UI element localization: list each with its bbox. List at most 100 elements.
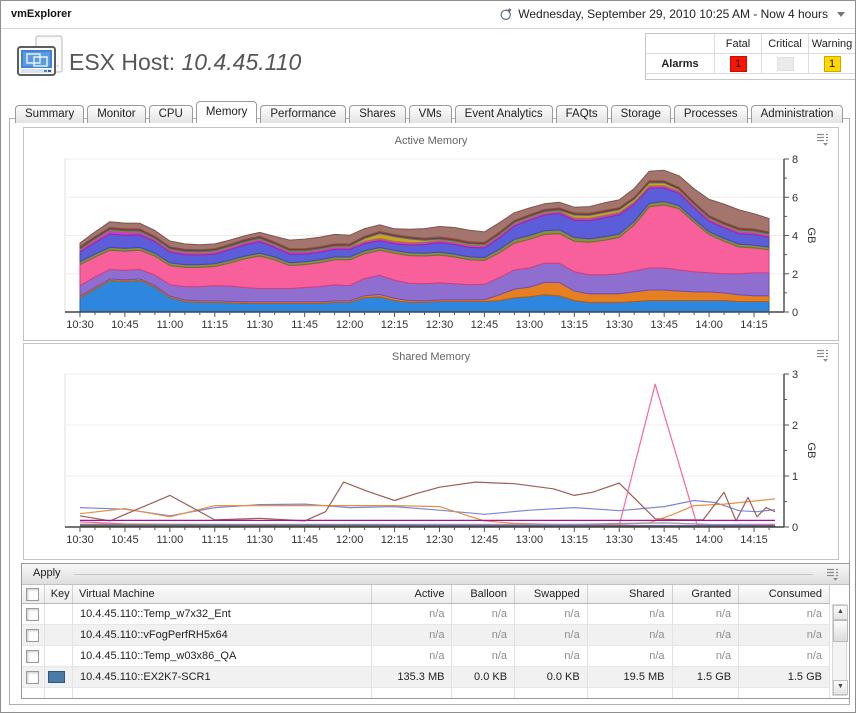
host-label: ESX Host: xyxy=(69,49,175,75)
tab-summary[interactable]: Summary xyxy=(15,105,84,123)
svg-text:11:30: 11:30 xyxy=(246,534,273,546)
metric-cell: n/a xyxy=(587,625,672,646)
tab-shares[interactable]: Shares xyxy=(349,105,405,123)
warning-alarm-badge[interactable]: 1 xyxy=(824,56,841,72)
alarms-corner-cell xyxy=(646,34,714,54)
table-row[interactable]: 10.4.45.110::vFogPerfRH5x64n/an/an/an/an… xyxy=(22,625,830,646)
svg-text:11:45: 11:45 xyxy=(291,319,318,331)
column-header-swapped[interactable]: Swapped xyxy=(515,585,588,604)
column-header-granted[interactable]: Granted xyxy=(672,585,739,604)
vm-name-cell: 10.4.45.110::vFogPerfRH5x64 xyxy=(72,625,371,646)
key-cell xyxy=(44,667,72,688)
app-title: vmExplorer xyxy=(11,8,72,20)
vmexplorer-window: vmExplorer Wednesday, September 29, 2010… xyxy=(0,0,856,713)
tab-memory[interactable]: Memory xyxy=(196,101,258,123)
shared-memory-chart: 10:3010:4511:0011:1511:3011:4512:0012:15… xyxy=(24,344,836,560)
svg-text:12:15: 12:15 xyxy=(381,319,409,331)
metric-cell: n/a xyxy=(672,604,739,625)
tab-event-analytics[interactable]: Event Analytics xyxy=(455,105,553,123)
svg-text:0: 0 xyxy=(792,522,798,534)
svg-text:14:15: 14:15 xyxy=(740,319,768,331)
svg-text:12:45: 12:45 xyxy=(471,534,499,546)
row-checkbox[interactable] xyxy=(26,629,39,642)
active-memory-panel: Active Memory 10:3010:4511:0011:1511:301… xyxy=(23,127,839,341)
scroll-down-button[interactable]: ▼ xyxy=(833,680,848,695)
key-cell xyxy=(44,625,72,646)
tab-cpu[interactable]: CPU xyxy=(149,105,193,123)
metric-cell: n/a xyxy=(515,646,588,667)
table-row[interactable]: 10.4.45.110::EX2K7-SCR1135.3 MB0.0 KB0.0… xyxy=(22,667,830,688)
metric-cell: n/a xyxy=(452,604,515,625)
column-header-active[interactable]: Active xyxy=(371,585,452,604)
tab-vms[interactable]: VMs xyxy=(409,105,452,123)
table-row[interactable]: 10.4.45.110::Temp_w7x32_Entn/an/an/an/an… xyxy=(22,604,830,625)
svg-text:13:00: 13:00 xyxy=(516,534,544,546)
tab-administration[interactable]: Administration xyxy=(751,105,844,123)
svg-text:2: 2 xyxy=(792,269,798,281)
vm-table-body: 10.4.45.110::Temp_w7x32_Entn/an/an/an/an… xyxy=(22,604,830,700)
svg-text:10:30: 10:30 xyxy=(66,534,94,546)
row-checkbox[interactable] xyxy=(26,608,39,621)
table-row[interactable]: 10.4.45.110::Temp_w03x86_QAn/an/an/an/an… xyxy=(22,646,830,667)
svg-text:11:30: 11:30 xyxy=(246,319,273,331)
svg-text:14:00: 14:00 xyxy=(695,319,723,331)
column-header-consumed[interactable]: Consumed xyxy=(739,585,830,604)
metric-cell: 0.0 KB xyxy=(515,667,588,688)
shared-memory-panel: Shared Memory 10:3010:4511:0011:1511:301… xyxy=(23,343,839,560)
column-header-key[interactable]: Key xyxy=(44,585,72,604)
svg-text:10:30: 10:30 xyxy=(66,319,94,331)
metric-cell: n/a xyxy=(672,625,739,646)
svg-text:13:15: 13:15 xyxy=(561,534,589,546)
tab-processes[interactable]: Processes xyxy=(674,105,748,123)
time-range-selector[interactable]: Wednesday, September 29, 2010 10:25 AM -… xyxy=(500,7,845,21)
time-range-text: Wednesday, September 29, 2010 10:25 AM -… xyxy=(518,7,828,21)
svg-text:11:45: 11:45 xyxy=(291,534,318,546)
vm-name-cell: 10.4.45.110::Temp_w7x32_Ent xyxy=(72,604,371,625)
metric-cell: n/a xyxy=(371,646,452,667)
svg-text:12:45: 12:45 xyxy=(471,319,499,331)
select-all-checkbox[interactable] xyxy=(26,588,39,601)
alarms-summary: Fatal Critical Warning Alarms 1 1 xyxy=(645,33,856,80)
svg-text:13:45: 13:45 xyxy=(650,534,678,546)
svg-text:4: 4 xyxy=(792,231,798,243)
row-checkbox[interactable] xyxy=(26,671,39,684)
tab-bar: SummaryMonitorCPUMemoryPerformanceShares… xyxy=(15,101,846,123)
scrollbar-thumb[interactable] xyxy=(833,620,848,642)
metric-cell: n/a xyxy=(515,604,588,625)
svg-text:6: 6 xyxy=(792,192,798,204)
vm-name-cell: 10.4.45.110::Temp_w03x86_QA xyxy=(72,646,371,667)
alarms-col-critical: Critical xyxy=(761,34,808,54)
metric-cell: 1.5 GB xyxy=(672,667,739,688)
scroll-up-button[interactable]: ▲ xyxy=(833,605,848,620)
alarms-col-warning: Warning xyxy=(808,34,855,54)
svg-text:1: 1 xyxy=(792,471,798,483)
metric-cell: 135.3 MB xyxy=(371,667,452,688)
svg-text:12:30: 12:30 xyxy=(426,534,454,546)
key-cell xyxy=(44,604,72,625)
metric-cell: n/a xyxy=(739,646,830,667)
caret-down-icon xyxy=(837,12,845,17)
metric-cell: n/a xyxy=(739,625,830,646)
row-checkbox[interactable] xyxy=(26,650,39,663)
apply-button[interactable]: Apply xyxy=(33,567,61,579)
tab-performance[interactable]: Performance xyxy=(260,105,346,123)
column-header-balloon[interactable]: Balloon xyxy=(452,585,515,604)
column-header-virtual-machine[interactable]: Virtual Machine xyxy=(72,585,371,604)
select-all-header[interactable] xyxy=(22,585,44,604)
alarms-col-fatal: Fatal xyxy=(714,34,761,54)
table-options-icon[interactable] xyxy=(825,568,841,581)
tab-faqts[interactable]: FAQts xyxy=(556,105,608,123)
metric-cell: n/a xyxy=(452,625,515,646)
metric-cell: n/a xyxy=(672,646,739,667)
critical-alarm-badge[interactable] xyxy=(777,57,794,71)
svg-text:3: 3 xyxy=(792,369,798,381)
fatal-alarm-badge[interactable]: 1 xyxy=(730,56,747,72)
svg-text:14:00: 14:00 xyxy=(695,534,723,546)
column-header-shared[interactable]: Shared xyxy=(587,585,672,604)
toolbar-rule xyxy=(74,574,813,575)
svg-text:13:45: 13:45 xyxy=(650,319,678,331)
tab-monitor[interactable]: Monitor xyxy=(87,105,145,123)
metric-cell: n/a xyxy=(452,646,515,667)
tab-storage[interactable]: Storage xyxy=(611,105,671,123)
vm-table: KeyVirtual MachineActiveBalloonSwappedSh… xyxy=(22,585,830,699)
